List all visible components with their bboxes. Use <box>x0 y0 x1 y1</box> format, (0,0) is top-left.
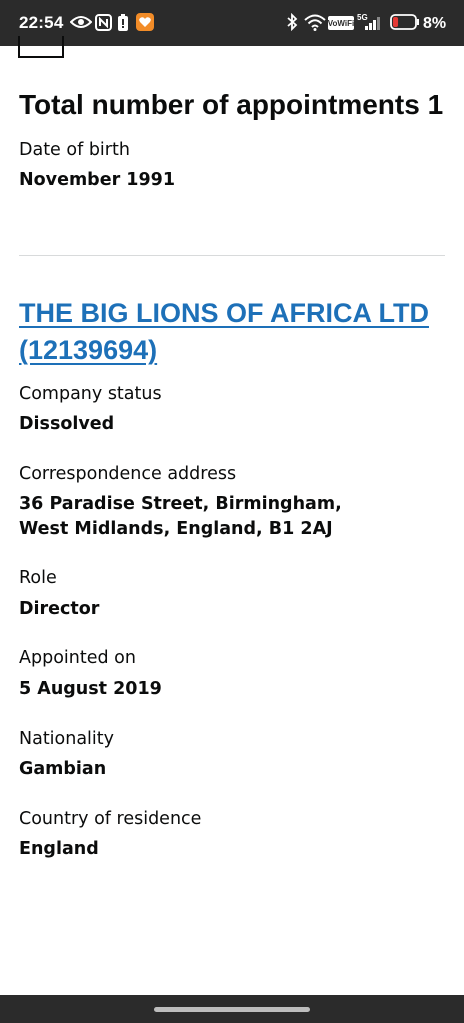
nationality-label: Nationality <box>19 729 115 749</box>
bluetooth-icon <box>285 13 299 31</box>
nationality-value: Gambian <box>19 759 107 779</box>
svg-text:5G: 5G <box>357 13 368 22</box>
nfc-icon <box>95 13 112 31</box>
company-status-label: Company status <box>19 384 162 404</box>
dob-value: November 1991 <box>19 170 176 190</box>
company-link[interactable]: THE BIG LIONS OF AFRICA LTD (12139694) <box>19 295 449 369</box>
partial-element <box>18 36 64 58</box>
signal-icon: 5G <box>357 13 385 31</box>
battery-saver-icon <box>117 13 129 31</box>
address-value: 36 Paradise Street, Birmingham, West Mid… <box>19 494 342 539</box>
home-gesture-handle[interactable] <box>154 1007 310 1012</box>
status-bar: 22:54 VoWiFi 5G 8% <box>0 0 464 46</box>
role-value: Director <box>19 599 100 619</box>
page-title: Total number of appointments 1 <box>19 89 444 120</box>
section-divider <box>19 255 445 256</box>
dob-label: Date of birth <box>19 140 130 160</box>
navigation-bar <box>0 995 464 1023</box>
country-of-residence-value: England <box>19 839 99 859</box>
battery-icon <box>390 13 420 31</box>
clock: 22:54 <box>19 13 64 32</box>
appointed-on-value: 5 August 2019 <box>19 679 162 699</box>
address-label: Correspondence address <box>19 464 237 484</box>
country-of-residence-label: Country of residence <box>19 809 202 829</box>
heart-app-icon <box>136 13 154 31</box>
wifi-icon <box>304 13 326 31</box>
role-label: Role <box>19 568 57 588</box>
eye-icon <box>70 13 92 31</box>
company-status-value: Dissolved <box>19 414 115 434</box>
battery-percent: 8% <box>423 15 447 32</box>
vowifi-badge: VoWiFi <box>328 16 354 30</box>
appointed-on-label: Appointed on <box>19 648 136 668</box>
